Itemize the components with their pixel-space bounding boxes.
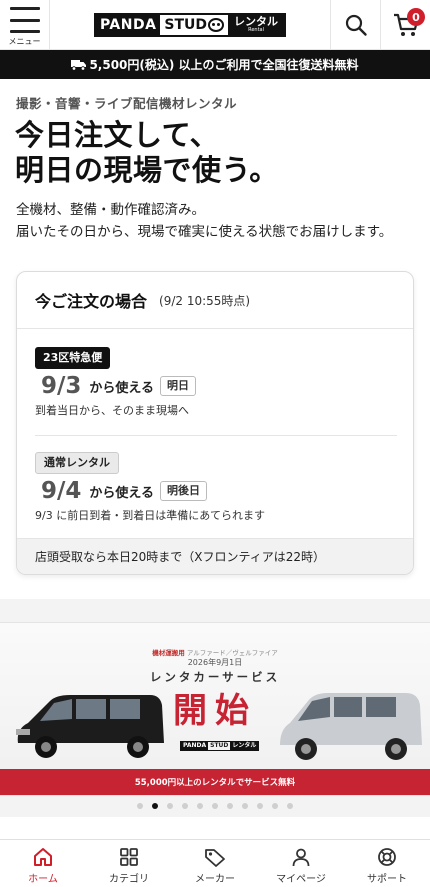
delivery-option-express: 23区特急便 9/3 から使える 明日 到着当日から、そのまま現場へ — [35, 346, 397, 418]
option-note: 9/3 に前日到着・到着日は準備にあてられます — [35, 509, 265, 522]
hero-lead: 全機材、整備・動作確認済み。 届いたその日から、現場で確実に使える状態でお届けし… — [16, 199, 416, 243]
card-timestamp: (9/2 10:55時点) — [159, 293, 251, 308]
search-button[interactable] — [330, 0, 380, 50]
hero-headline-line1: 今日注文して、 — [15, 118, 220, 152]
user-icon — [292, 848, 310, 867]
carousel-dot[interactable] — [272, 803, 278, 809]
option-date: 9/4 — [41, 478, 82, 504]
carousel-dot[interactable] — [152, 803, 158, 809]
menu-label: メニュー — [8, 37, 41, 46]
banner-logo: PANDA STUD レンタル — [180, 741, 260, 751]
search-icon — [345, 14, 367, 36]
nav-label: サポート — [367, 874, 407, 885]
menu-button[interactable]: メニュー — [0, 0, 50, 50]
nav-label: メーカー — [195, 874, 235, 885]
hero-headline-line2: 明日の現場で使う。 — [15, 153, 279, 187]
cart-button[interactable]: 0 — [380, 0, 430, 50]
carousel-dot[interactable] — [287, 803, 293, 809]
cart-count-badge: 0 — [407, 8, 425, 26]
option-day-chip: 明後日 — [160, 481, 208, 501]
option-tag: 通常レンタル — [35, 452, 119, 474]
card-title: 今ご注文の場合 — [35, 292, 148, 311]
nav-category[interactable]: カテゴリ — [86, 840, 172, 887]
carousel-dot[interactable] — [167, 803, 173, 809]
logo-studio-text: STUD — [160, 14, 229, 35]
hamburger-icon — [9, 7, 40, 33]
nav-maker[interactable]: メーカー — [172, 840, 258, 887]
hero-headline: 今日注文して、 明日の現場で使う。 — [15, 118, 279, 188]
nav-support[interactable]: サポート — [344, 840, 430, 887]
banner-date: 2026年9月1日 — [187, 658, 243, 667]
store-pickup-note: 店頭受取なら本日20時まで（Xフロンティアは22時） — [17, 538, 413, 574]
option-divider — [35, 435, 397, 436]
carousel-dot[interactable] — [257, 803, 263, 809]
card-header: 今ご注文の場合 (9/2 10:55時点) — [17, 272, 413, 329]
site-logo: PANDA STUD レンタル Rental — [93, 12, 287, 37]
nav-label: カテゴリ — [109, 874, 149, 885]
carousel-dot[interactable] — [227, 803, 233, 809]
hero-eyebrow: 撮影・音響・ライブ配信機材レンタル — [16, 96, 238, 111]
delivery-option-standard: 通常レンタル 9/4 から使える 明後日 9/3 に前日到着・到着日は準備にあて… — [35, 451, 397, 523]
hero-lead-line2: 届いたその日から、現場で確実に使える状態でお届けします。 — [16, 224, 393, 240]
home-icon — [34, 848, 52, 866]
nav-label: ホーム — [28, 874, 58, 885]
lifebuoy-icon — [378, 848, 396, 866]
option-use-label: から使える — [89, 485, 155, 501]
nav-home[interactable]: ホーム — [0, 840, 86, 887]
option-tag: 23区特急便 — [35, 347, 111, 369]
nav-mypage[interactable]: マイページ — [258, 840, 344, 887]
banner-offer-strip: 55,000円以上のレンタルでサービス無料 — [0, 769, 430, 795]
hero-lead-line1: 全機材、整備・動作確認済み。 — [16, 202, 205, 218]
site-header: メニュー PANDA STUD レンタル Rental 0 — [0, 0, 430, 50]
grid-icon — [120, 848, 138, 866]
carousel-dot[interactable] — [182, 803, 188, 809]
logo-rental: レンタル Rental — [228, 14, 285, 35]
carousel-dot[interactable] — [242, 803, 248, 809]
carousel-pagination — [0, 803, 430, 809]
carousel-dot[interactable] — [197, 803, 203, 809]
carousel-dot[interactable] — [212, 803, 218, 809]
logo-panda-text: PANDA — [95, 14, 161, 35]
logo-link[interactable]: PANDA STUD レンタル Rental — [50, 0, 330, 49]
black-van-image — [16, 695, 164, 758]
option-note: 到着当日から、そのまま現場へ — [35, 404, 189, 417]
panda-face-icon — [208, 17, 225, 32]
banner-line1: 機材運搬用 アルファード／ヴェルファイア — [152, 649, 278, 657]
tag-icon — [205, 849, 225, 867]
option-day-chip: 明日 — [160, 376, 197, 396]
nav-label: マイページ — [276, 874, 326, 885]
option-use-label: から使える — [89, 380, 155, 396]
truck-icon — [71, 59, 87, 71]
shipping-banner[interactable]: 5,500円(税込) 以上のご利用で全国往復送料無料 — [0, 50, 430, 79]
silver-van-image — [280, 693, 422, 760]
carousel-dot[interactable] — [137, 803, 143, 809]
shipping-banner-text: 5,500円(税込) 以上のご利用で全国往復送料無料 — [89, 58, 359, 72]
option-date: 9/3 — [41, 373, 82, 399]
delivery-estimate-card: 今ご注文の場合 (9/2 10:55時点) 23区特急便 9/3 から使える 明… — [16, 271, 414, 575]
bottom-navigation: ホーム カテゴリ メーカー マイページ サポート — [0, 839, 430, 887]
carousel-slide-rentacar[interactable]: 機材運搬用 アルファード／ヴェルファイア 2026年9月1日 レンタカーサービス… — [0, 622, 430, 796]
